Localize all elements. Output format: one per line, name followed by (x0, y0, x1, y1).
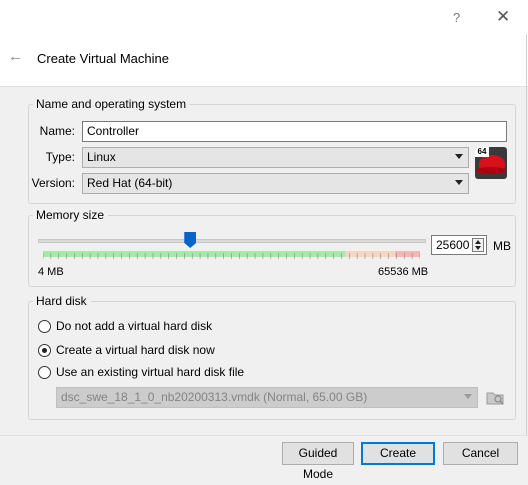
redhat-os-icon: 64 (475, 147, 507, 179)
radio-button[interactable] (38, 320, 51, 333)
name-label: Name: (39, 124, 75, 138)
help-icon[interactable]: ? (453, 10, 460, 25)
spin-down-icon[interactable] (475, 246, 481, 250)
radio-label: Do not add a virtual hard disk (56, 319, 213, 333)
memory-scale-bar (43, 251, 420, 259)
chevron-down-icon (464, 394, 472, 399)
window-title-bar (0, 0, 528, 34)
scale-ok-zone (43, 251, 345, 257)
window-edge (526, 34, 527, 436)
radio-option-no-disk[interactable]: Do not add a virtual hard disk (38, 319, 212, 333)
memory-slider-track[interactable] (38, 239, 426, 243)
type-label: Type: (45, 150, 75, 164)
version-select-value: Red Hat (64-bit) (87, 176, 173, 190)
radio-option-existing-disk[interactable]: Use an existing virtual hard disk file (38, 365, 244, 379)
create-button[interactable]: Create (361, 442, 435, 465)
page-title: Create Virtual Machine (37, 51, 169, 66)
header-divider (0, 86, 528, 87)
chevron-down-icon (455, 180, 463, 185)
existing-disk-select: dsc_swe_18_1_0_nb20200313.vmdk (Normal, … (56, 387, 478, 408)
radio-button[interactable] (38, 366, 51, 379)
scale-warn-zone (345, 251, 395, 257)
type-select-value: Linux (87, 150, 116, 164)
guided-mode-button[interactable]: Guided Mode (282, 442, 354, 481)
spin-up-icon[interactable] (475, 240, 481, 244)
spin-buttons[interactable] (472, 238, 484, 252)
redhat-brim-shape (476, 167, 506, 174)
cancel-button[interactable]: Cancel (443, 442, 518, 465)
version-label: Version: (31, 176, 75, 190)
radio-option-create-disk[interactable]: Create a virtual hard disk now (38, 343, 215, 357)
chevron-down-icon (455, 154, 463, 159)
scale-danger-zone (395, 251, 420, 257)
back-arrow-icon[interactable]: ← (8, 48, 23, 65)
memory-legend: Memory size (33, 208, 109, 222)
memory-spinbox-value: 25600 (436, 238, 470, 252)
close-icon[interactable]: ✕ (496, 7, 510, 27)
type-select[interactable]: Linux (82, 147, 469, 168)
hard-disk-legend: Hard disk (33, 294, 91, 308)
name-field[interactable]: Controller (82, 121, 507, 142)
radio-button[interactable] (38, 344, 51, 357)
radio-label: Create a virtual hard disk now (56, 343, 215, 357)
memory-max-label: 65536 MB (378, 266, 429, 278)
memory-unit-label: MB (493, 239, 511, 253)
os-64bit-badge: 64 (475, 147, 489, 157)
existing-disk-select-value: dsc_swe_18_1_0_nb20200313.vmdk (Normal, … (61, 390, 368, 404)
radio-label: Use an existing virtual hard disk file (56, 365, 245, 379)
version-select[interactable]: Red Hat (64-bit) (82, 173, 469, 194)
name-os-legend: Name and operating system (33, 97, 191, 111)
memory-spinbox[interactable]: 25600 (431, 235, 487, 255)
folder-browse-icon (486, 392, 504, 405)
memory-min-label: 4 MB (38, 266, 64, 278)
